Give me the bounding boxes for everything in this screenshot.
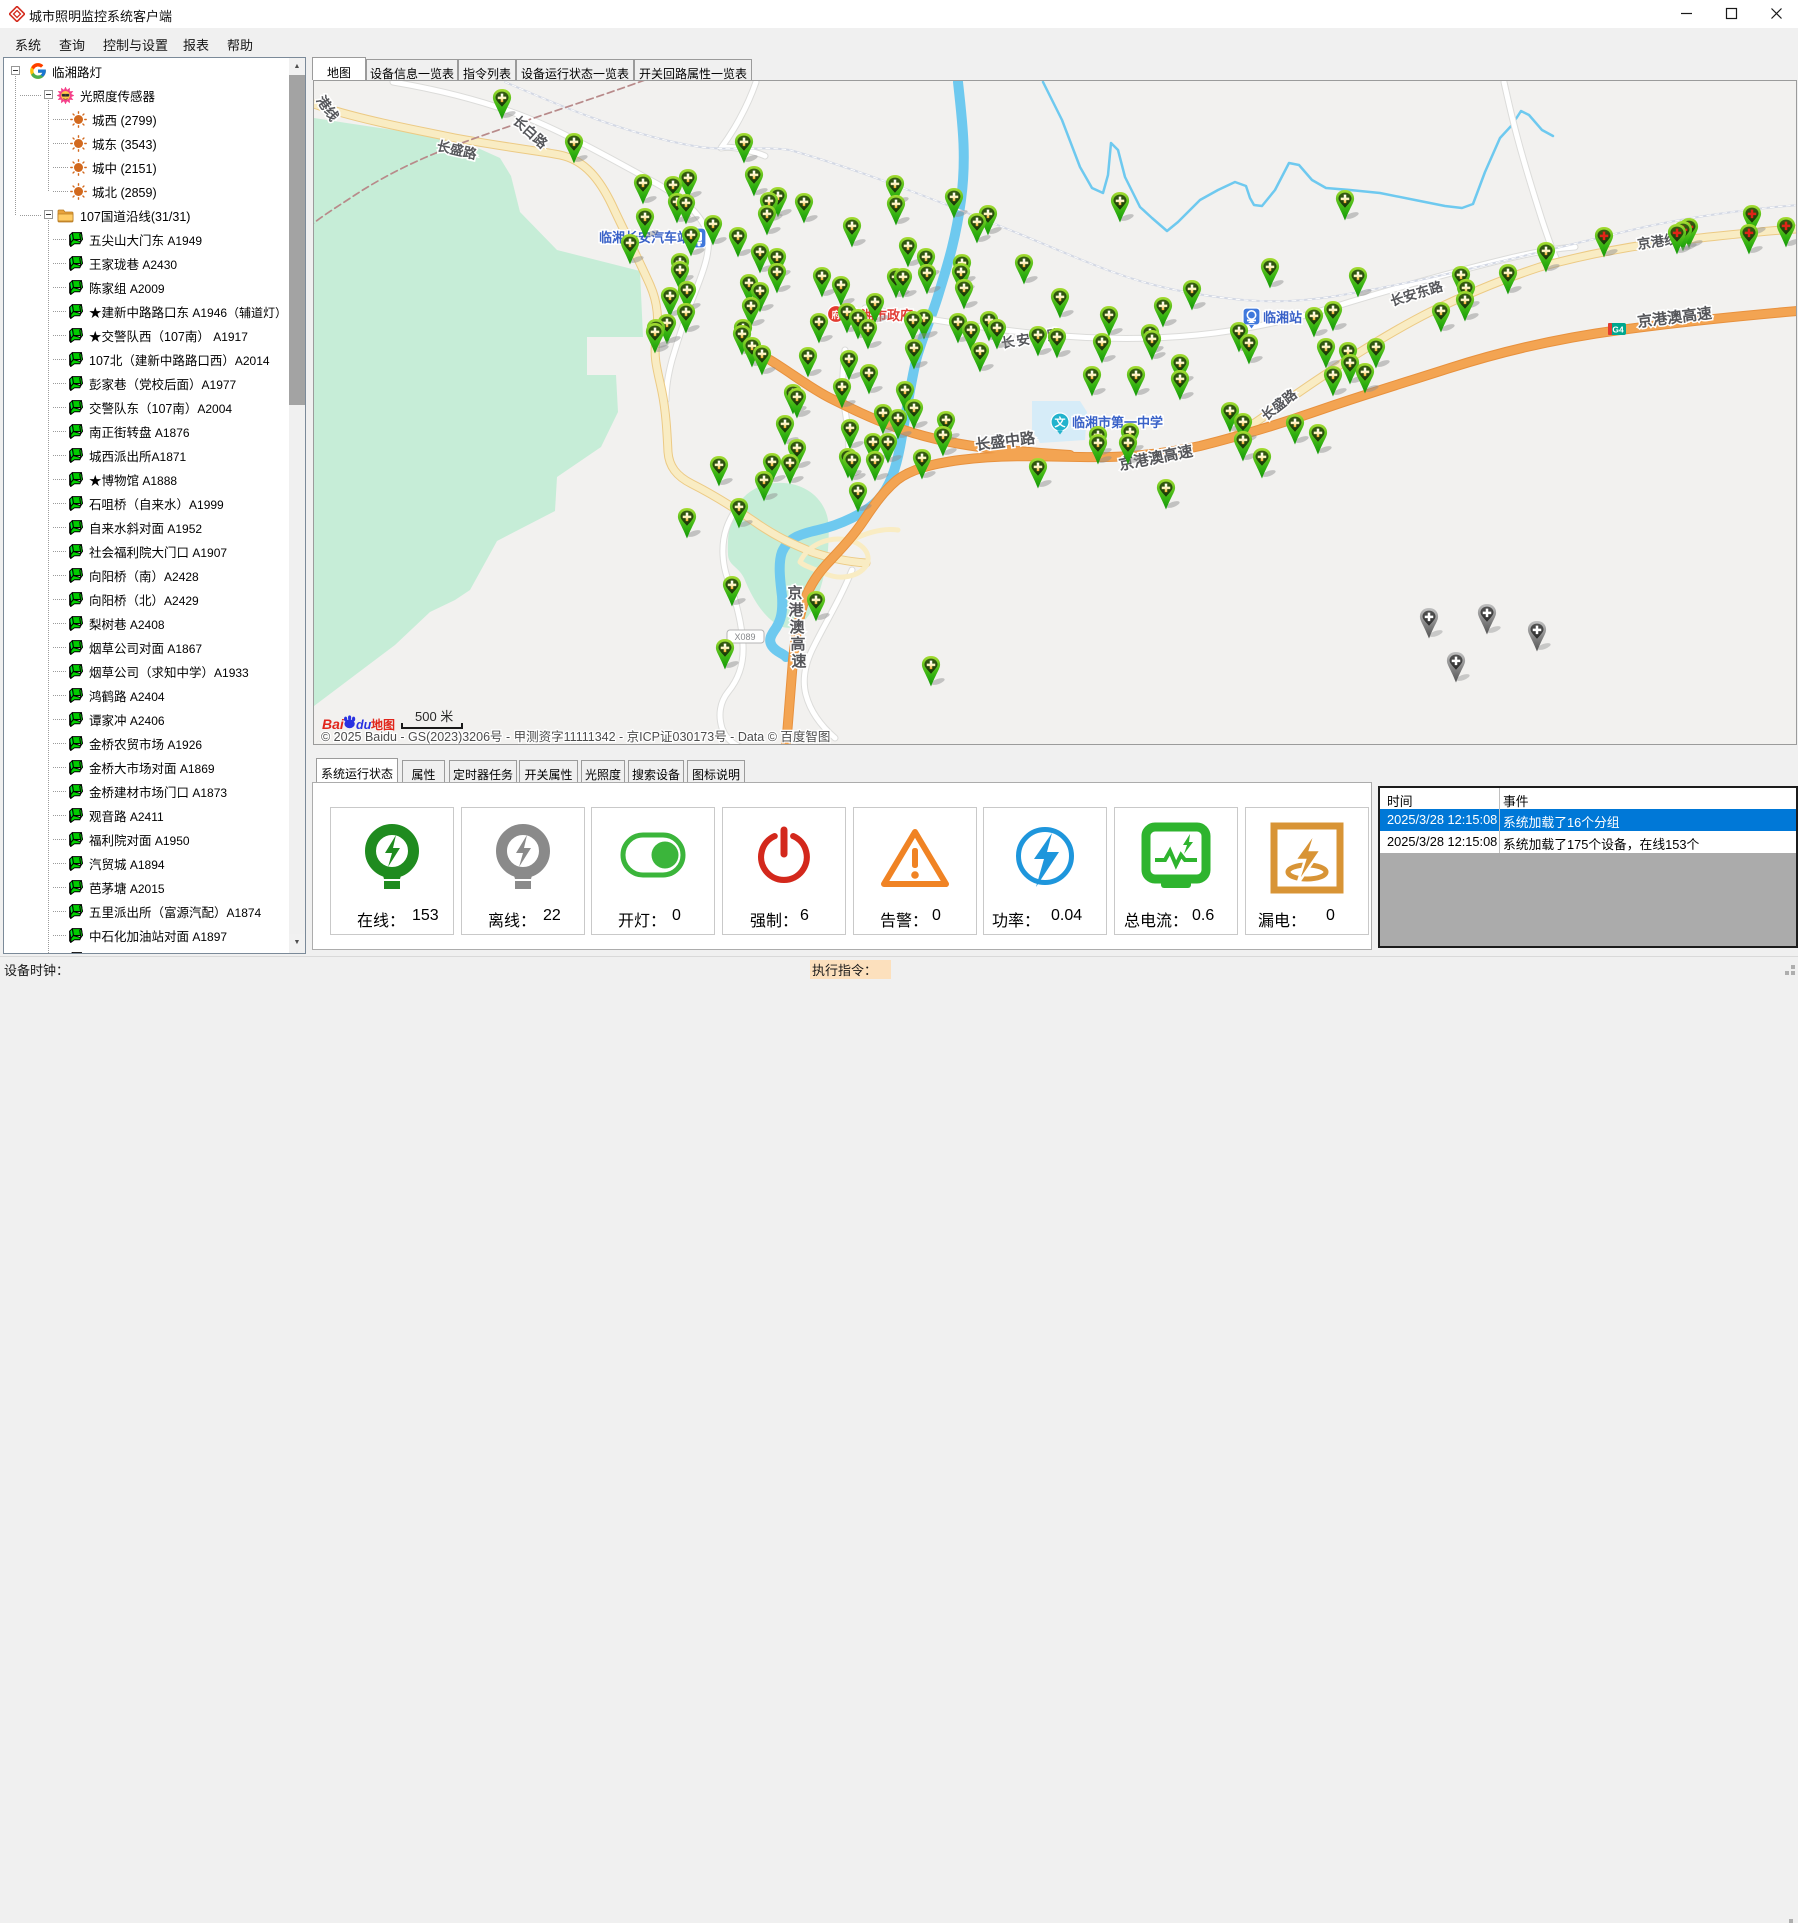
- svg-text:临湘站: 临湘站: [1263, 310, 1302, 325]
- svg-text:© 2025 Baidu - GS(2023)3206号 -: © 2025 Baidu - GS(2023)3206号 - 甲测资字11111…: [321, 729, 830, 744]
- svg-text:京: 京: [787, 584, 802, 602]
- svg-text:文: 文: [1055, 415, 1067, 429]
- svg-text:500 米: 500 米: [415, 709, 453, 724]
- svg-text:X089: X089: [734, 632, 755, 642]
- svg-text:临湘市第一中学: 临湘市第一中学: [1072, 415, 1163, 430]
- svg-text:G4: G4: [1612, 325, 1624, 335]
- svg-text:澳: 澳: [789, 618, 805, 636]
- svg-text:速: 速: [791, 652, 806, 670]
- svg-text:高: 高: [790, 635, 805, 653]
- svg-text:港: 港: [788, 601, 804, 619]
